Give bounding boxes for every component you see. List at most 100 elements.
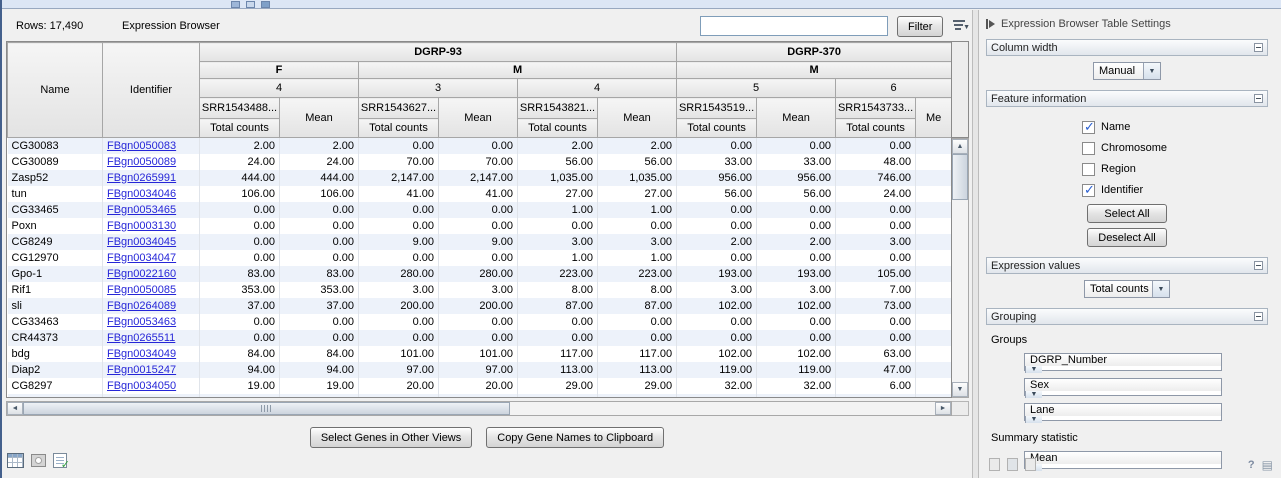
table-row[interactable]: MfFBgn... [8,394,952,399]
copy-gene-names-button[interactable]: Copy Gene Names to Clipboard [486,427,664,448]
lane-header-4[interactable]: 5 [677,79,836,98]
tab-icon-3[interactable] [261,1,270,8]
table-row[interactable]: bdgFBgn003404984.0084.00101.00101.00117.… [8,346,952,362]
collapse-icon[interactable] [1254,312,1263,321]
lane-header-3[interactable]: 4 [518,79,677,98]
panel-toggle-icon[interactable]: ▤ [1262,459,1273,471]
group-header-dgrp370[interactable]: DGRP-370 [677,43,952,62]
notes-view-icon[interactable] [53,453,67,468]
identifier-link[interactable]: FBgn0003130 [107,220,176,232]
group-dropdown-2[interactable]: Sex ▼ [1024,378,1222,396]
table-row[interactable]: PoxnFBgn00031300.000.000.000.000.000.000… [8,218,952,234]
table-row[interactable]: tunFBgn0034046106.00106.0041.0041.0027.0… [8,186,952,202]
identifier-link[interactable]: FBgn... [107,396,142,399]
table-row[interactable]: sliFBgn026408937.0037.00200.00200.0087.0… [8,298,952,314]
link-view-icon[interactable] [1025,458,1036,471]
table-row[interactable]: CG30089FBgn005008924.0024.0070.0070.0056… [8,154,952,170]
hide-panel-icon[interactable] [986,19,995,29]
graphics-view-icon[interactable] [31,454,46,467]
dock-view-icon[interactable] [1007,458,1018,471]
identifier-link[interactable]: FBgn0265511 [107,332,175,344]
sex-header-m2[interactable]: M [677,62,952,79]
mean-header-3[interactable]: Mean [598,98,677,138]
sample-header-2[interactable]: SRR1543627... [359,98,439,119]
lane-header-5[interactable]: 6 [836,79,952,98]
identifier-link[interactable]: FBgn0034046 [107,188,176,200]
measure-header-1[interactable]: Total counts [200,119,280,138]
checkbox-row-chromosome[interactable]: Chromosome [1082,141,1268,155]
collapse-icon[interactable] [1254,261,1263,270]
checkbox-row-identifier[interactable]: Identifier [1082,183,1268,197]
identifier-link[interactable]: FBgn0265991 [107,172,176,184]
collapse-icon[interactable] [1254,43,1263,52]
mean-header-2[interactable]: Mean [439,98,518,138]
region-checkbox[interactable] [1082,163,1095,176]
expression-values-header[interactable]: Expression values [986,257,1268,274]
measure-header-5[interactable]: Total counts [836,119,916,138]
scroll-right-button[interactable]: ► [935,402,951,415]
column-header-name[interactable]: Name [8,43,103,138]
expression-values-dropdown[interactable]: Total counts ▼ [1084,280,1170,298]
sample-header-4[interactable]: SRR1543519... [677,98,757,119]
horizontal-scroll-thumb[interactable] [23,402,510,415]
identifier-checkbox[interactable] [1082,184,1095,197]
scroll-left-button[interactable]: ◄ [7,402,23,415]
select-genes-button[interactable]: Select Genes in Other Views [310,427,472,448]
table-row[interactable]: Zasp52FBgn0265991444.00444.002,147.002,1… [8,170,952,186]
table-row[interactable]: CG12970FBgn00340470.000.000.000.001.001.… [8,250,952,266]
feature-information-header[interactable]: Feature information [986,90,1268,107]
deselect-all-button[interactable]: Deselect All [1087,228,1167,247]
help-icon[interactable]: ? [1248,459,1255,471]
identifier-link[interactable]: FBgn0034047 [107,252,176,264]
identifier-link[interactable]: FBgn0034050 [107,380,176,392]
identifier-link[interactable]: FBgn0053465 [107,204,176,216]
select-all-button[interactable]: Select All [1087,204,1167,223]
identifier-link[interactable]: FBgn0050085 [107,284,176,296]
sample-header-1[interactable]: SRR1543488... [200,98,280,119]
column-width-header[interactable]: Column width [986,39,1268,56]
measure-header-4[interactable]: Total counts [677,119,757,138]
filter-button[interactable]: Filter [897,16,943,37]
column-width-dropdown[interactable]: Manual ▼ [1093,62,1161,80]
table-row[interactable]: CG8249FBgn00340450.000.009.009.003.003.0… [8,234,952,250]
measure-header-2[interactable]: Total counts [359,119,439,138]
identifier-link[interactable]: FBgn0034045 [107,236,176,248]
table-row[interactable]: CG30083FBgn00500832.002.000.000.002.002.… [8,138,952,154]
scroll-up-button[interactable]: ▲ [952,139,968,154]
table-view-icon[interactable] [7,453,24,468]
vertical-scroll-track[interactable] [952,200,968,382]
mean-header-4[interactable]: Mean [757,98,836,138]
vertical-scrollbar[interactable]: ▲ ▼ [952,138,969,398]
horizontal-scrollbar[interactable]: ◄ ► [6,401,952,416]
sample-header-5[interactable]: SRR1543733... [836,98,916,119]
float-view-icon[interactable] [989,458,1000,471]
lane-header-2[interactable]: 3 [359,79,518,98]
lane-header-1[interactable]: 4 [200,79,359,98]
sex-header-f[interactable]: F [200,62,359,79]
tab-icon-1[interactable] [231,1,240,8]
collapse-icon[interactable] [1254,94,1263,103]
chromosome-checkbox[interactable] [1082,142,1095,155]
table-row[interactable]: CG33465FBgn00534650.000.000.000.001.001.… [8,202,952,218]
identifier-link[interactable]: FBgn0015247 [107,364,176,376]
identifier-link[interactable]: FBgn0053463 [107,316,176,328]
table-row[interactable]: Gpo-1FBgn002216083.0083.00280.00280.0022… [8,266,952,282]
table-row[interactable]: CR44373FBgn02655110.000.000.000.000.000.… [8,330,952,346]
identifier-link[interactable]: FBgn0022160 [107,268,176,280]
checkbox-row-region[interactable]: Region [1082,162,1268,176]
filter-options-icon[interactable]: ▼ [952,19,970,34]
column-header-identifier[interactable]: Identifier [103,43,200,138]
horizontal-scroll-track[interactable] [510,402,935,415]
table-row[interactable]: CG33463FBgn00534630.000.000.000.000.000.… [8,314,952,330]
identifier-link[interactable]: FBgn0034049 [107,348,176,360]
identifier-link[interactable]: FBgn0050083 [107,140,176,152]
checkbox-row-name[interactable]: Name [1082,120,1268,134]
measure-header-3[interactable]: Total counts [518,119,598,138]
name-checkbox[interactable] [1082,121,1095,134]
group-dropdown-1[interactable]: DGRP_Number ▼ [1024,353,1222,371]
table-row[interactable]: CG8297FBgn003405019.0019.0020.0020.0029.… [8,378,952,394]
vertical-scroll-thumb[interactable] [952,154,968,200]
group-dropdown-3[interactable]: Lane ▼ [1024,403,1222,421]
table-row[interactable]: Diap2FBgn001524794.0094.0097.0097.00113.… [8,362,952,378]
scroll-down-button[interactable]: ▼ [952,382,968,397]
